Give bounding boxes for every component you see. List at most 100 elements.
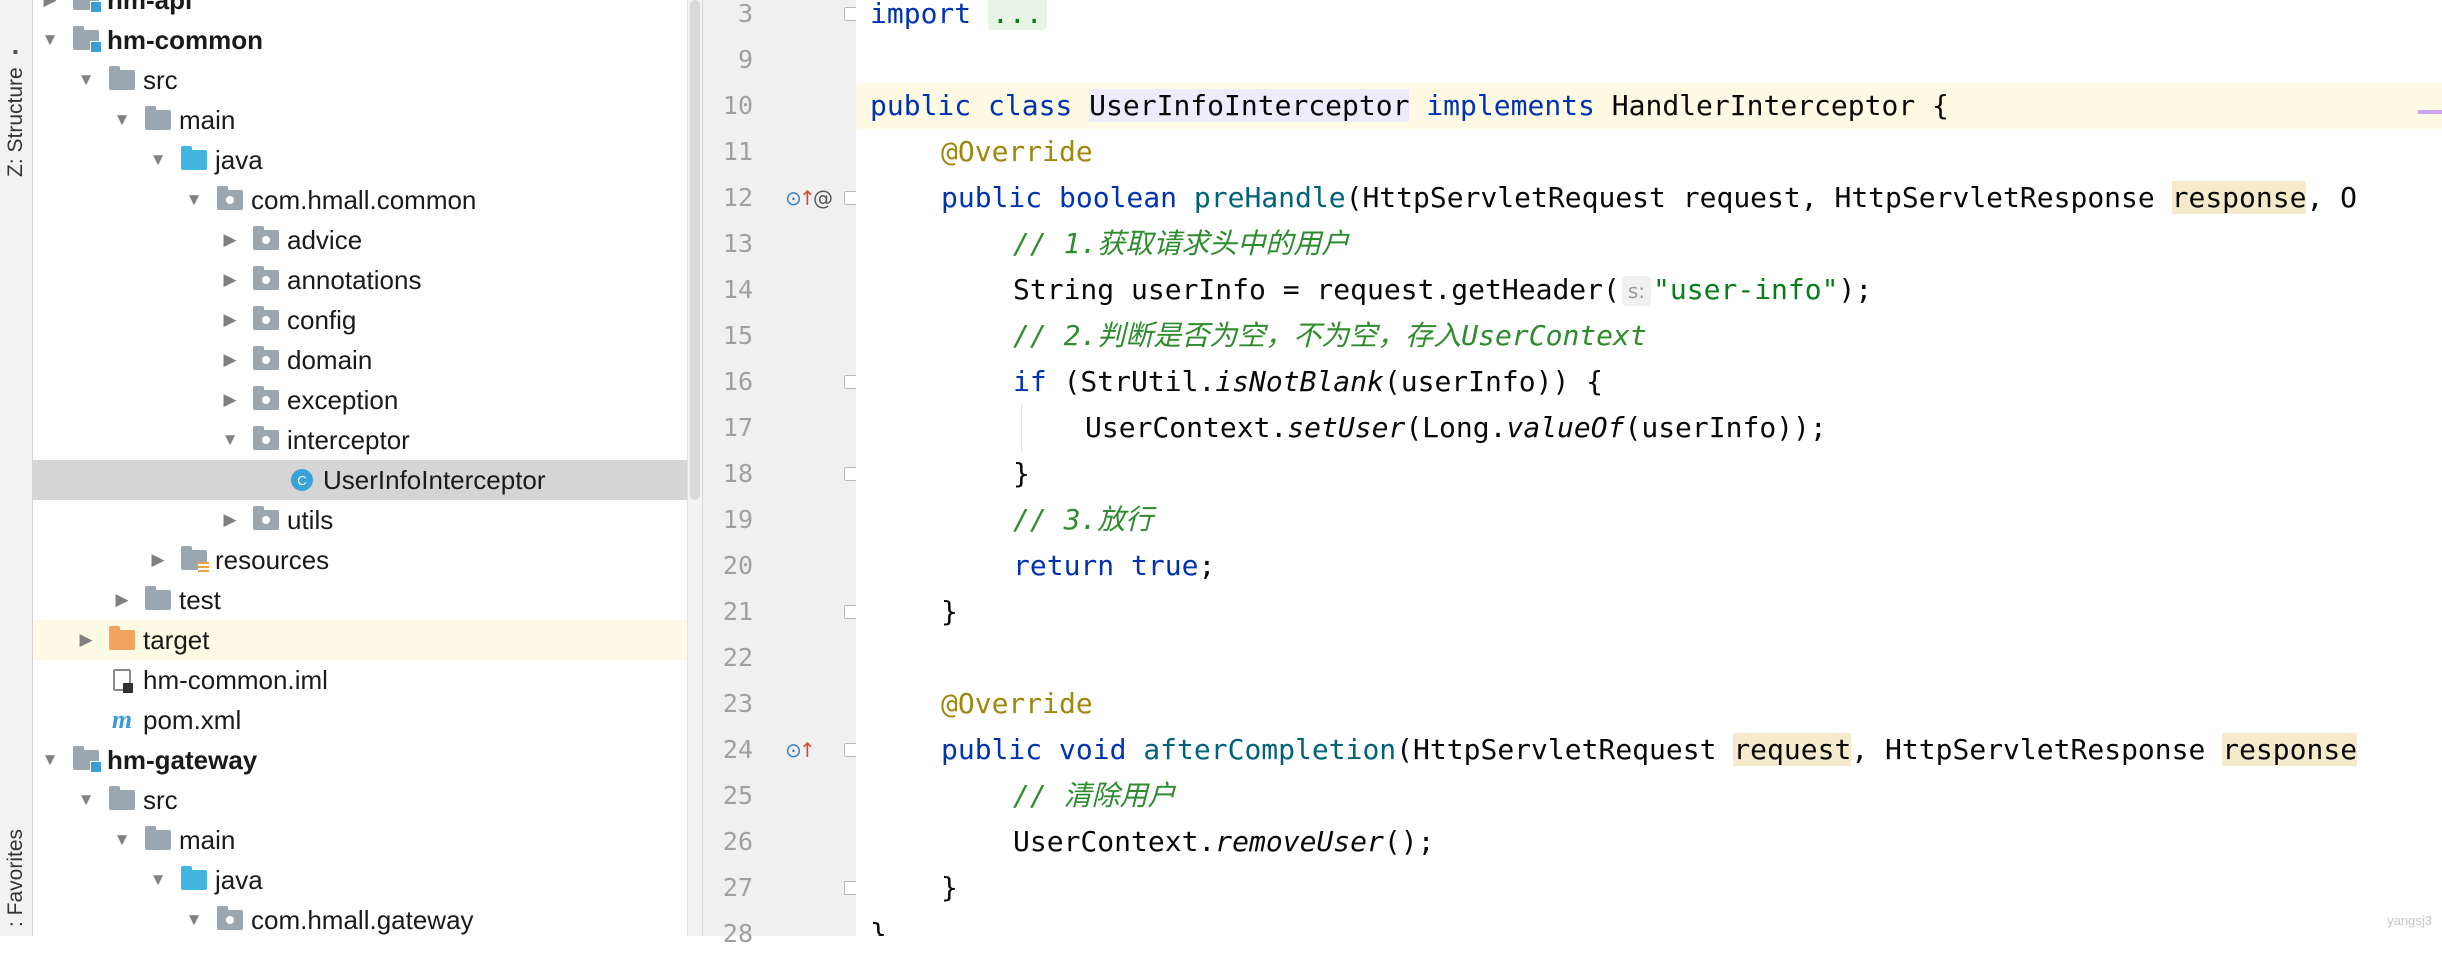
line-number[interactable]: 18	[703, 451, 753, 497]
expand-down-icon[interactable]: ▼	[113, 110, 131, 129]
tree-item-label: resources	[215, 545, 330, 575]
code-token: implements	[1409, 89, 1612, 122]
tree-item[interactable]: ▼ hm-gateway	[33, 740, 688, 780]
line-number[interactable]: 11	[703, 129, 753, 175]
tree-item[interactable]: ▶ resources	[33, 540, 688, 580]
tree-item[interactable]: ▶ config	[33, 300, 688, 340]
expand-down-icon[interactable]: ▼	[149, 150, 167, 169]
line-number[interactable]: 19	[703, 497, 753, 543]
package-icon	[253, 306, 279, 331]
code-token: ();	[1383, 825, 1435, 858]
expand-right-icon[interactable]: ▶	[221, 390, 239, 409]
tree-scrollbar-thumb[interactable]	[690, 0, 700, 500]
tree-item[interactable]: ▼ main	[33, 820, 688, 860]
line-number[interactable]: 12	[703, 175, 753, 221]
expand-down-icon[interactable]: ▼	[149, 870, 167, 889]
expand-right-icon[interactable]: ▶	[41, 0, 59, 9]
code-token: public void	[941, 733, 1144, 766]
expand-down-icon[interactable]: ▼	[41, 30, 59, 49]
code-line-15: // 2.判断是否为空，不为空，存入UserContext	[1013, 313, 1647, 359]
code-editor[interactable]: import ... public class UserInfoIntercep…	[856, 0, 2442, 936]
tree-item-label: test	[179, 585, 221, 615]
package-icon	[253, 506, 279, 531]
expand-down-icon[interactable]: ▼	[113, 830, 131, 849]
line-number[interactable]: 24	[703, 727, 753, 773]
expand-down-icon[interactable]: ▼	[41, 750, 59, 769]
import-fold[interactable]: ...	[988, 0, 1047, 30]
expand-right-icon[interactable]: ▶	[113, 590, 131, 609]
line-number[interactable]: 26	[703, 819, 753, 865]
expand-down-icon[interactable]: ▼	[185, 910, 203, 929]
annotation-icon[interactable]: @	[813, 175, 833, 221]
line-number[interactable]: 21	[703, 589, 753, 635]
expand-down-icon[interactable]: ▼	[185, 190, 203, 209]
override-arrow-icon[interactable]: ↑	[799, 727, 816, 773]
tree-item-label: hm-api	[107, 0, 193, 15]
tree-item[interactable]: ▼ src	[33, 780, 688, 820]
tree-item[interactable]: ▼ java	[33, 140, 688, 180]
expand-down-icon[interactable]: ▼	[77, 790, 95, 809]
line-number[interactable]: 9	[703, 37, 753, 83]
tree-scrollbar[interactable]	[687, 0, 702, 936]
line-number[interactable]: 25	[703, 773, 753, 819]
favorites-tab[interactable]: : Favorites	[2, 820, 30, 936]
maven-icon: m	[111, 705, 133, 734]
expand-right-icon[interactable]: ▶	[221, 310, 239, 329]
expand-right-icon[interactable]: ▶	[149, 550, 167, 569]
tree-item-label: java	[215, 865, 263, 895]
tree-item[interactable]: ▶hm-common.iml	[33, 660, 688, 700]
tree-item-label: main	[179, 825, 236, 855]
line-number[interactable]: 14	[703, 267, 753, 313]
source-folder-icon	[181, 146, 207, 171]
tree-item[interactable]: ▼ main	[33, 100, 688, 140]
expand-right-icon[interactable]: ▶	[221, 350, 239, 369]
tree-item[interactable]: ▼ com.hmall.gateway	[33, 900, 688, 936]
tree-item[interactable]: ▼ interceptor	[33, 420, 688, 460]
expand-down-icon[interactable]: ▼	[221, 430, 239, 449]
tree-item-label: src	[143, 785, 178, 815]
code-token: public class	[870, 89, 1090, 122]
tree-item[interactable]: ▶ domain	[33, 340, 688, 380]
expand-right-icon[interactable]: ▶	[221, 270, 239, 289]
tree-item-label: java	[215, 145, 263, 175]
expand-right-icon[interactable]: ▶	[221, 510, 239, 529]
line-number[interactable]: 23	[703, 681, 753, 727]
line-number[interactable]: 15	[703, 313, 753, 359]
line-number[interactable]: 17	[703, 405, 753, 451]
tree-item[interactable]: ▼ hm-common	[33, 20, 688, 60]
expand-down-icon[interactable]: ▼	[77, 70, 95, 89]
tree-item[interactable]: ▼ com.hmall.common	[33, 180, 688, 220]
tree-item[interactable]: ▶ advice	[33, 220, 688, 260]
line-number[interactable]: 28	[703, 911, 753, 957]
tree-item[interactable]: ▶ test	[33, 580, 688, 620]
code-line-13: // 1.获取请求头中的用户	[1013, 221, 1349, 267]
tree-item[interactable]: ▶mpom.xml	[33, 700, 688, 740]
module-folder-icon	[73, 26, 102, 53]
line-number[interactable]: 22	[703, 635, 753, 681]
line-number[interactable]: 10	[703, 83, 753, 129]
expand-right-icon[interactable]: ▶	[221, 230, 239, 249]
tree-item[interactable]: ▶ utils	[33, 500, 688, 540]
tree-item-label: interceptor	[287, 425, 410, 455]
code-token: (userInfo)) {	[1383, 365, 1604, 398]
tree-item-label: utils	[287, 505, 334, 535]
line-number[interactable]: 20	[703, 543, 753, 589]
tree-item[interactable]: ▶ annotations	[33, 260, 688, 300]
expand-right-icon[interactable]: ▶	[77, 630, 95, 649]
tree-item[interactable]: ▶CUserInfoInterceptor	[33, 460, 688, 500]
tree-item[interactable]: ▶ exception	[33, 380, 688, 420]
tree-item-label: annotations	[287, 265, 422, 295]
line-number[interactable]: 13	[703, 221, 753, 267]
structure-tab[interactable]: Z: Structure ▪	[2, 30, 30, 190]
tree-item[interactable]: ▶ hm-api	[33, 0, 688, 20]
line-number[interactable]: 3	[703, 0, 753, 37]
line-number[interactable]: 16	[703, 359, 753, 405]
tree-item[interactable]: ▼ java	[33, 860, 688, 900]
tree-item-label: com.hmall.gateway	[251, 905, 474, 935]
tree-item-label: src	[143, 65, 178, 95]
line-number[interactable]: 27	[703, 865, 753, 911]
source-folder-icon	[181, 866, 207, 891]
code-token: String userInfo = request.getHeader(	[1013, 273, 1620, 306]
tree-item[interactable]: ▶ target	[33, 620, 688, 660]
tree-item[interactable]: ▼ src	[33, 60, 688, 100]
